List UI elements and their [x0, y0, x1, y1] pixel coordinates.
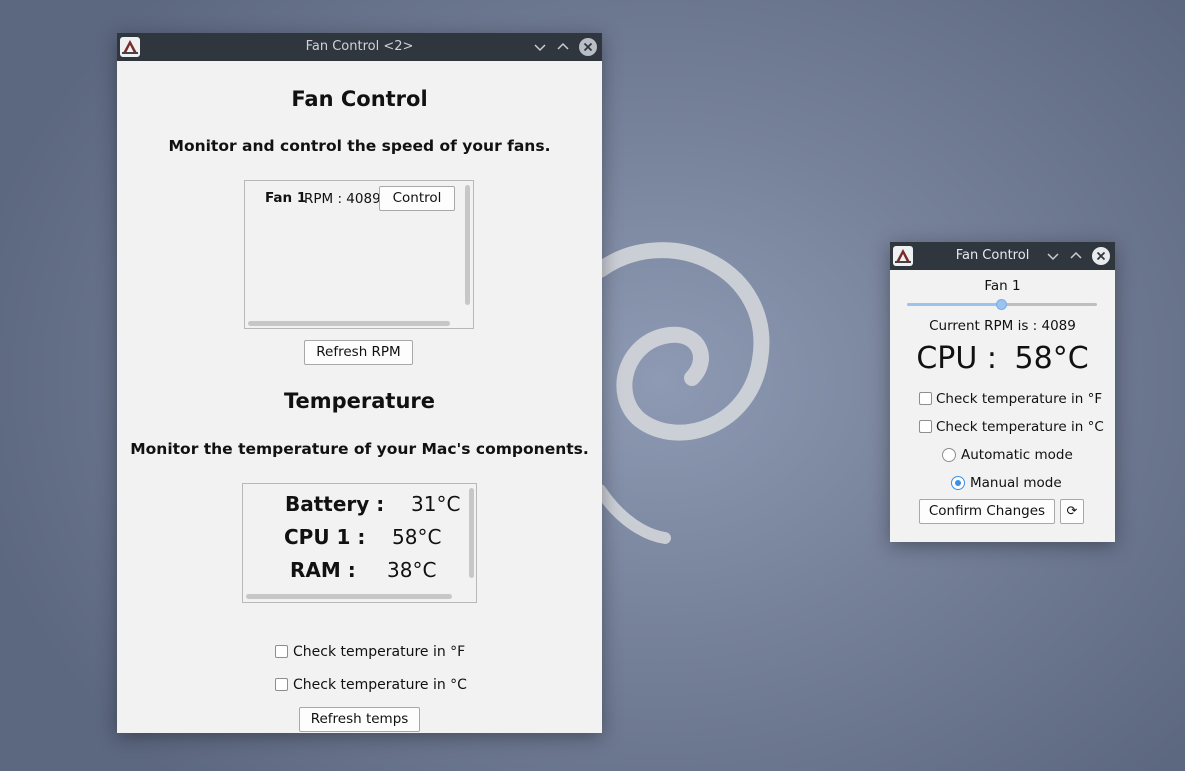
- refresh-temps-button[interactable]: Refresh temps: [299, 707, 420, 732]
- main-window: Fan Control <2> Fan Control Monitor and …: [117, 33, 602, 733]
- fan-window-titlebar[interactable]: Fan Control: [890, 242, 1115, 270]
- temp-value-ram: 38°C: [387, 558, 437, 582]
- temp-value-cpu: 58°C: [392, 525, 442, 549]
- manual-mode-radio[interactable]: [951, 476, 965, 490]
- page-subtitle: Monitor and control the speed of your fa…: [168, 137, 551, 155]
- fans-vertical-scrollbar[interactable]: [465, 185, 470, 305]
- fan-rpm: RPM : 4089: [304, 191, 381, 207]
- temp-value-battery: 31°C: [411, 492, 461, 516]
- close-icon[interactable]: [579, 38, 597, 56]
- check-celsius-label: Check temperature in °C: [936, 419, 1104, 435]
- check-celsius-checkbox[interactable]: [275, 678, 288, 691]
- maximize-icon[interactable]: [554, 38, 572, 56]
- confirm-changes-button[interactable]: Confirm Changes: [919, 499, 1055, 524]
- current-rpm-label: Current RPM is : 4089: [929, 318, 1076, 334]
- temp-label-ram: RAM :: [290, 558, 356, 582]
- fan-window-content: Fan 1 Current RPM is : 4089 CPU : 58°C C…: [890, 270, 1115, 542]
- page-title: Fan Control: [291, 87, 428, 111]
- check-celsius-checkbox[interactable]: [919, 420, 932, 433]
- java-app-icon: [893, 246, 913, 266]
- window-title: Fan Control <2>: [305, 39, 414, 54]
- cpu-label: CPU :: [916, 341, 997, 376]
- slider-fill: [907, 303, 1002, 306]
- cpu-value: 58°C: [1014, 341, 1089, 376]
- fan-name: Fan 1: [265, 190, 307, 206]
- fans-horizontal-scrollbar[interactable]: [248, 321, 450, 326]
- check-celsius-label: Check temperature in °C: [293, 677, 467, 693]
- manual-mode-label: Manual mode: [970, 475, 1062, 491]
- fans-list-panel[interactable]: Fan 1 RPM : 4089 Control: [244, 180, 474, 329]
- temps-vertical-scrollbar[interactable]: [469, 488, 474, 578]
- fan-control-button[interactable]: Control: [379, 186, 455, 211]
- temperature-subtitle: Monitor the temperature of your Mac's co…: [130, 440, 589, 458]
- automatic-mode-radio[interactable]: [942, 448, 956, 462]
- main-window-titlebar[interactable]: Fan Control <2>: [117, 33, 602, 61]
- refresh-icon[interactable]: ⟳: [1060, 499, 1084, 524]
- minimize-icon[interactable]: [531, 38, 549, 56]
- maximize-icon[interactable]: [1067, 247, 1085, 265]
- close-icon[interactable]: [1092, 247, 1110, 265]
- cpu-temperature-display: CPU : 58°C: [890, 341, 1115, 376]
- temperatures-panel[interactable]: Battery : 31°C CPU 1 : 58°C RAM : 38°C: [242, 483, 477, 603]
- slider-thumb[interactable]: [996, 299, 1007, 310]
- automatic-mode-label: Automatic mode: [961, 447, 1073, 463]
- check-fahrenheit-checkbox[interactable]: [919, 392, 932, 405]
- fan-name-label: Fan 1: [984, 278, 1021, 294]
- temp-label-battery: Battery :: [285, 492, 385, 516]
- main-window-content: Fan Control Monitor and control the spee…: [117, 61, 602, 733]
- fan-control-window: Fan Control Fan 1 Current RPM is : 4089 …: [890, 242, 1115, 542]
- check-fahrenheit-label: Check temperature in °F: [936, 391, 1103, 407]
- window-title: Fan Control: [955, 248, 1030, 263]
- temperature-heading: Temperature: [283, 389, 436, 413]
- check-fahrenheit-checkbox[interactable]: [275, 645, 288, 658]
- temps-horizontal-scrollbar[interactable]: [246, 594, 452, 599]
- temp-label-cpu: CPU 1 :: [284, 525, 366, 549]
- refresh-rpm-button[interactable]: Refresh RPM: [304, 340, 413, 365]
- fan-speed-slider[interactable]: [907, 298, 1097, 312]
- check-fahrenheit-label: Check temperature in °F: [293, 644, 466, 660]
- minimize-icon[interactable]: [1044, 247, 1062, 265]
